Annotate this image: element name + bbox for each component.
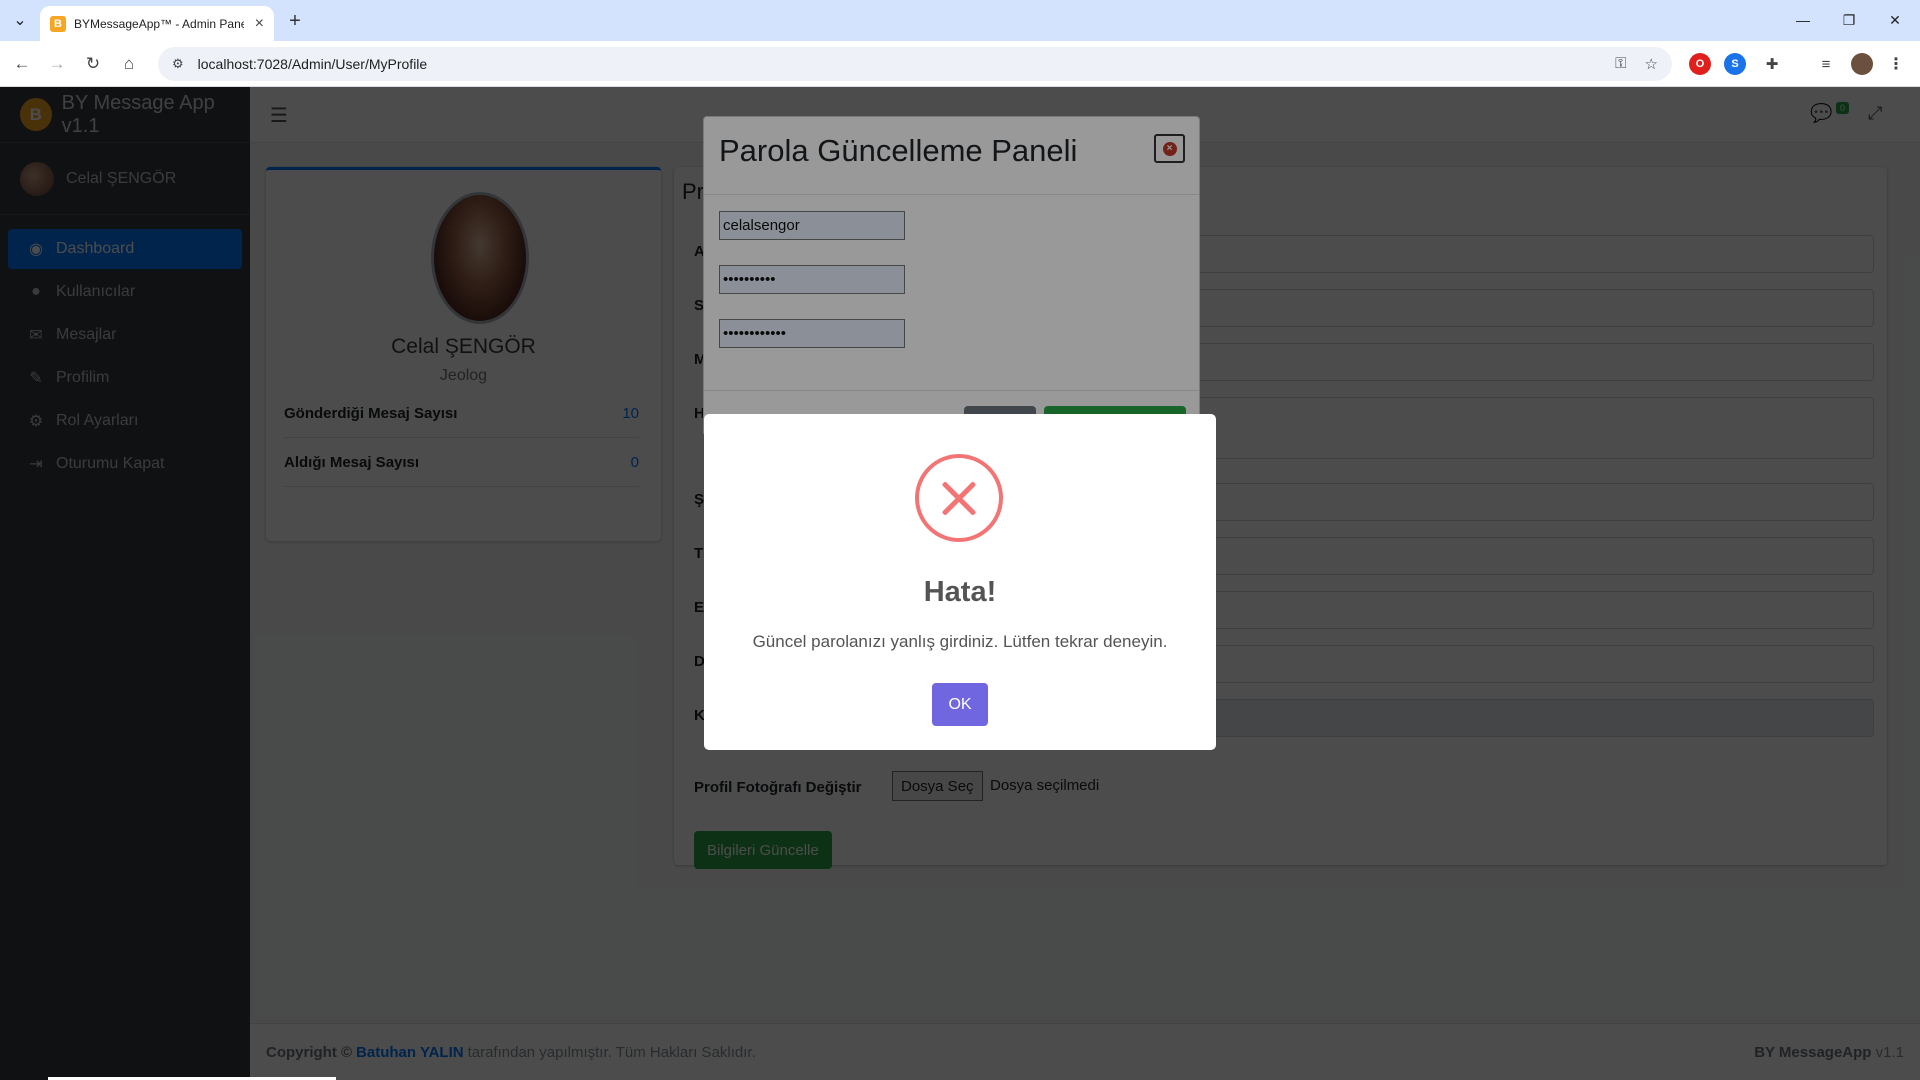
browser-toolbar: ← → ↻ ⌂ ⚙ localhost:7028/Admin/User/MyPr… bbox=[0, 41, 1920, 87]
address-bar[interactable]: ⚙ localhost:7028/Admin/User/MyProfile ⚿ … bbox=[158, 47, 1672, 81]
chevron-down-icon: ⌄ bbox=[13, 12, 27, 29]
close-icon[interactable]: × bbox=[255, 15, 264, 33]
site-info-icon[interactable]: ⚙ bbox=[172, 56, 184, 72]
arrow-left-icon: ← bbox=[13, 54, 31, 73]
url-text: localhost:7028/Admin/User/MyProfile bbox=[197, 56, 428, 72]
window-close-button[interactable]: ✕ bbox=[1872, 6, 1918, 34]
forward-button[interactable]: → bbox=[43, 50, 71, 78]
kebab-menu-icon[interactable]: ⋮ bbox=[1885, 53, 1907, 75]
back-button[interactable]: ← bbox=[8, 50, 36, 78]
tab-search-button[interactable]: ⌄ bbox=[8, 8, 32, 32]
media-list-icon[interactable]: ≡ bbox=[1815, 53, 1837, 75]
new-tab-button[interactable]: + bbox=[282, 8, 308, 34]
profile-avatar[interactable] bbox=[1851, 53, 1873, 75]
bookmark-star-icon[interactable]: ☆ bbox=[1645, 55, 1658, 73]
reload-button[interactable]: ↻ bbox=[79, 50, 107, 78]
extensions-puzzle-icon[interactable]: ✚ bbox=[1761, 53, 1783, 75]
home-icon: ⌂ bbox=[123, 54, 135, 73]
opera-extension-icon[interactable]: O bbox=[1689, 53, 1711, 75]
error-alert-dialog: Hata! Güncel parolanızı yanlış girdiniz.… bbox=[704, 414, 1216, 750]
reload-icon: ↻ bbox=[85, 54, 101, 73]
error-x-icon bbox=[915, 454, 1003, 542]
favicon-icon: B bbox=[50, 15, 66, 32]
restore-button[interactable]: ❐ bbox=[1826, 6, 1872, 34]
alert-message: Güncel parolanızı yanlış girdiniz. Lütfe… bbox=[752, 632, 1168, 651]
tab-title: BYMessageApp™ - Admin Pane bbox=[74, 16, 244, 31]
minimize-button[interactable]: — bbox=[1780, 6, 1826, 34]
arrow-right-icon: → bbox=[48, 54, 66, 73]
key-icon[interactable]: ⚿ bbox=[1615, 55, 1626, 73]
ok-button[interactable]: OK bbox=[932, 683, 988, 726]
browser-tab[interactable]: B BYMessageApp™ - Admin Pane × bbox=[40, 6, 274, 41]
browser-tab-bar: ⌄ B BYMessageApp™ - Admin Pane × + — ❐ ✕ bbox=[0, 0, 1920, 41]
sync-extension-icon[interactable]: S bbox=[1724, 53, 1746, 75]
home-button[interactable]: ⌂ bbox=[115, 50, 143, 78]
alert-title: Hata! bbox=[923, 576, 997, 608]
